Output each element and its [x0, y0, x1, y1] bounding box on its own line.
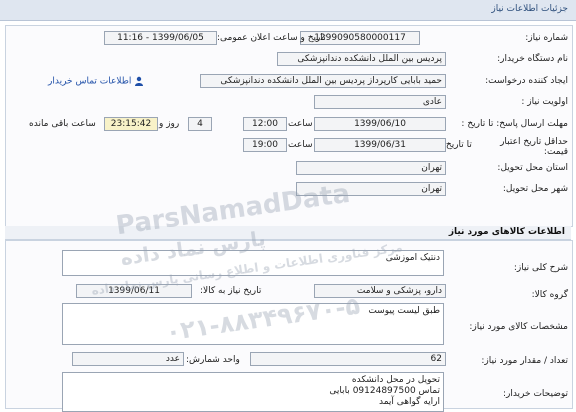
remaining-label: ساعت باقی مانده — [29, 119, 96, 129]
goods-section-title: اطلاعات کالاهای مورد نیاز — [448, 227, 565, 237]
person-icon — [135, 76, 144, 86]
buyer-org-label: نام دستگاه خریدار: — [497, 54, 568, 64]
buyer-notes-line-3: ارایه گواهی آیمد — [378, 397, 440, 407]
validity-time-label: ساعت — [288, 140, 313, 150]
need-date-label: تاریخ نیاز به کالا: — [200, 286, 262, 296]
deadline-time-field: 12:00 — [243, 117, 287, 131]
quantity-label: تعداد / مقدار مورد نیاز: — [481, 356, 568, 366]
unit-label: واحد شمارش: — [186, 355, 240, 365]
buyer-notes-field: تحویل در محل دانشکده تماس 09124897500 با… — [62, 372, 444, 412]
goods-section-header: اطلاعات کالاهای مورد نیاز — [5, 226, 571, 240]
buyer-contact-link[interactable]: اطلاعات تماس خریدار — [48, 76, 144, 87]
goods-group-label: گروه کالا: — [531, 290, 568, 300]
unit-field: عدد — [72, 352, 184, 366]
validity-time-field: 19:00 — [243, 138, 287, 152]
buyer-notes-label: توضیحات خریدار: — [502, 389, 568, 399]
header-bar: جزئیات اطلاعات نیاز — [0, 0, 576, 21]
delivery-city-label: شهر محل تحویل: — [502, 184, 568, 194]
announce-datetime-label: تاریخ و ساعت اعلان عمومی: — [217, 33, 326, 43]
buyer-contact-link-label: اطلاعات تماس خریدار — [48, 76, 132, 87]
remaining-days-field: 4 — [188, 117, 212, 131]
need-date-field: 1399/06/11 — [76, 284, 192, 298]
price-validity-label: حداقل تاریخ اعتبار قیمت: — [500, 137, 568, 157]
priority-label: اولویت نیاز : — [521, 97, 568, 107]
delivery-province-label: استان محل تحویل: — [497, 163, 568, 173]
specs-field: طبق لیست پیوست — [62, 303, 444, 345]
city-field: تهران — [296, 182, 446, 196]
summary-field: دنتیک اموزشی — [62, 250, 444, 276]
deadline-time-label: ساعت — [288, 119, 313, 129]
announce-datetime-field: 1399/06/05 - 11:16 — [104, 31, 217, 45]
province-field: تهران — [296, 161, 446, 175]
requester-field: حمید بابایی کارپرداز پردیس بین الملل دان… — [200, 74, 446, 88]
requester-label: ایجاد کننده درخواست: — [485, 76, 568, 86]
page-title: جزئیات اطلاعات نیاز — [491, 4, 568, 14]
validity-date-field: 1399/06/31 — [314, 138, 446, 152]
specs-label: مشخصات کالای مورد نیاز: — [469, 322, 568, 332]
buyer-notes-line-2: تماس 09124897500 بابایی — [329, 386, 440, 396]
goods-group-field: دارو، پزشکی و سلامت — [314, 284, 446, 298]
deadline-send-label: مهلت ارسال پاسخ: تا تاریخ : — [461, 119, 568, 129]
priority-field: عادی — [314, 95, 446, 109]
summary-label: شرح کلی نیاز: — [513, 263, 568, 273]
remaining-time-field: 23:15:42 — [104, 117, 158, 131]
deadline-date-field: 1399/06/10 — [314, 117, 446, 131]
quantity-field: 62 — [250, 352, 446, 366]
need-number-label: شماره نیاز: — [525, 33, 568, 43]
buyer-org-field: پردیس بین الملل دانشکده دندانپزشکی — [277, 52, 446, 66]
days-and-label: روز و — [159, 119, 180, 129]
buyer-notes-line-1: تحویل در محل دانشکده — [351, 375, 440, 385]
